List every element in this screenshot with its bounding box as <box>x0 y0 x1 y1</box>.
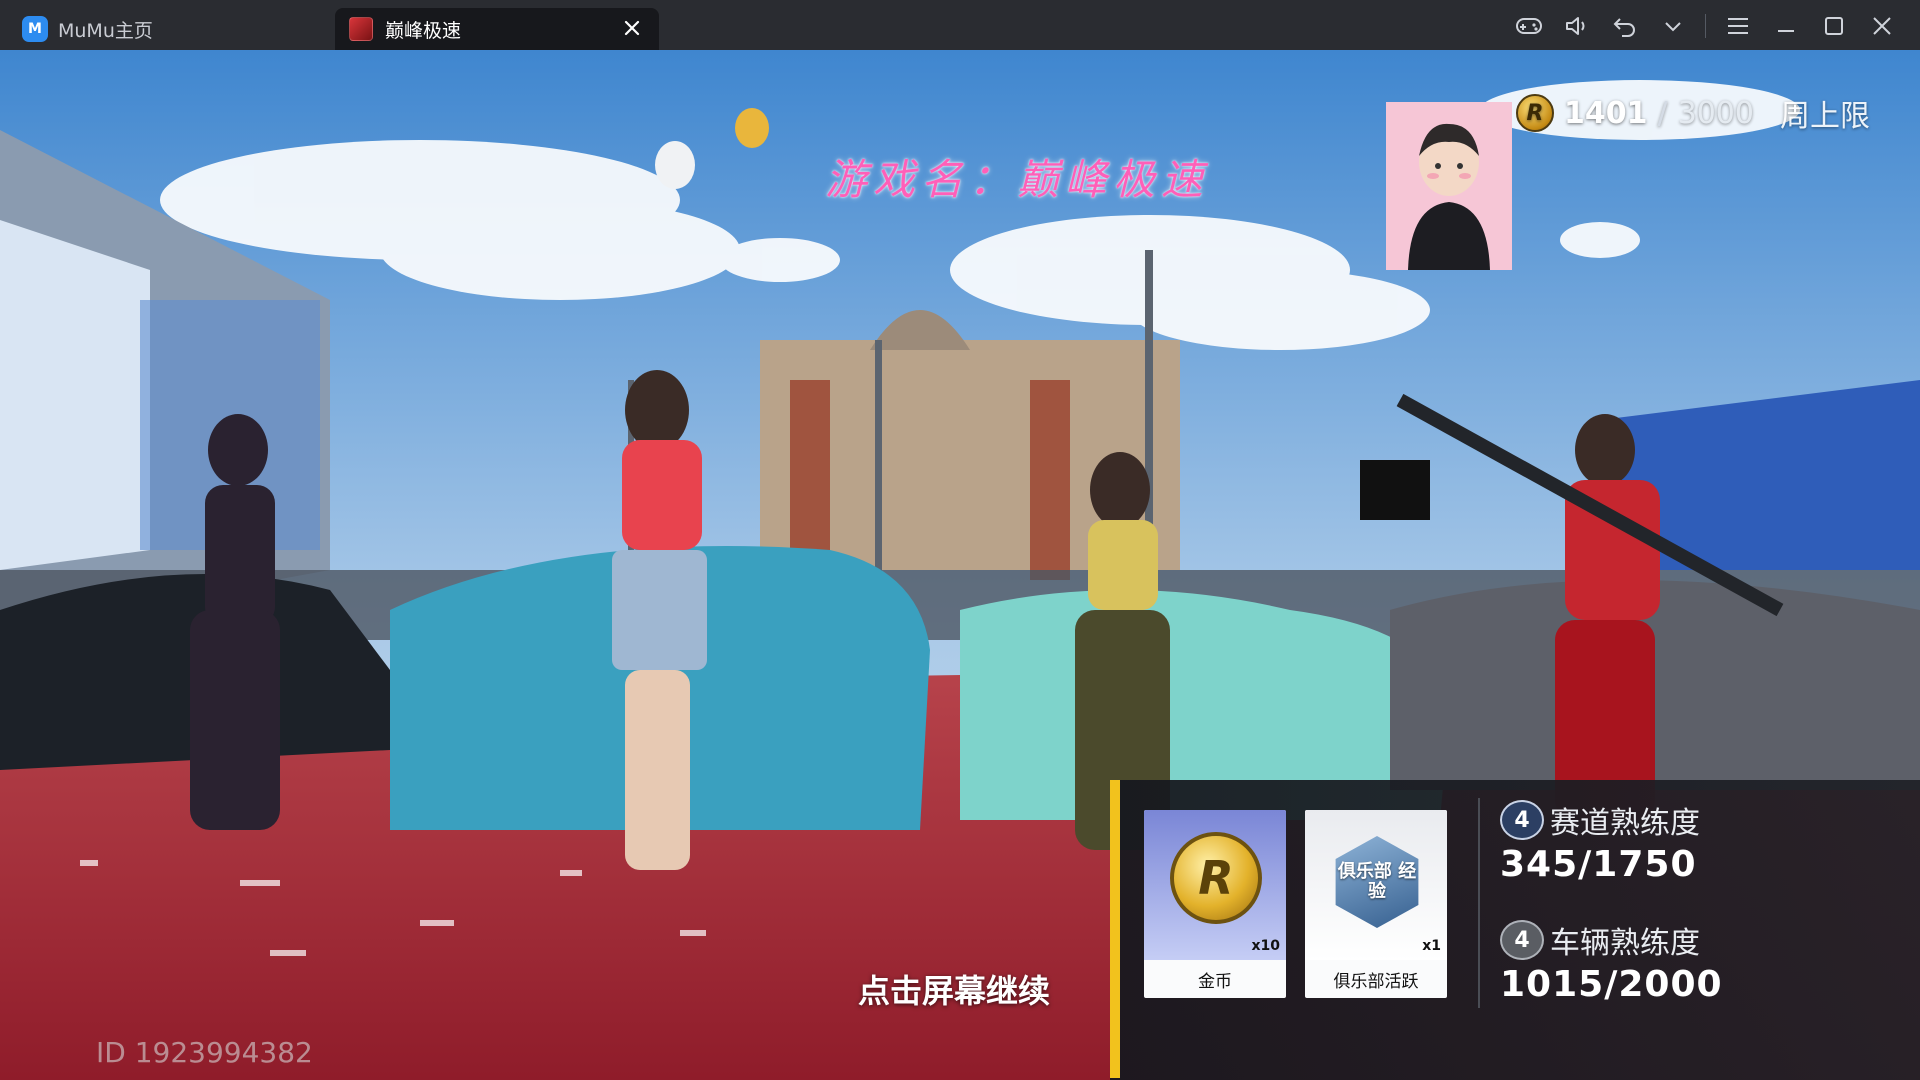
gamepad-icon[interactable] <box>1505 8 1553 44</box>
mumu-logo-icon: M <box>22 16 48 42</box>
game-app-icon <box>349 17 373 41</box>
reward-quantity: x1 <box>1422 938 1441 954</box>
coin-max: 3000 <box>1677 95 1754 131</box>
car-proficiency: 4 车辆熟练度 1015/2000 <box>1500 918 1723 1005</box>
coin-limit-label: 周上限 <box>1779 99 1870 134</box>
titlebar-divider <box>1705 14 1706 38</box>
coin-icon: R <box>1516 94 1554 132</box>
weekly-coin-counter: R 1401 / 3000 周上限 <box>1516 90 1870 136</box>
reward-divider <box>1478 798 1480 1008</box>
track-proficiency-value: 345/1750 <box>1500 844 1697 885</box>
volume-icon[interactable] <box>1553 8 1601 44</box>
undo-icon[interactable] <box>1601 8 1649 44</box>
reward-label: 俱乐部活跃 <box>1333 971 1419 992</box>
car-proficiency-label: 车辆熟练度 <box>1550 926 1700 961</box>
tab-close-icon[interactable] <box>619 15 645 41</box>
gold-coin-icon: R <box>1170 832 1262 924</box>
coin-current: 1401 <box>1564 95 1648 131</box>
reward-card-art: 俱乐部 经验 x1 <box>1305 810 1447 960</box>
close-icon[interactable] <box>1858 8 1906 44</box>
car-level-icon: 4 <box>1500 920 1544 960</box>
chevron-down-icon[interactable] <box>1649 8 1697 44</box>
tap-to-continue-hint[interactable]: 点击屏幕继续 <box>858 966 1050 1012</box>
coin-separator: / <box>1657 95 1668 131</box>
reward-card-coins[interactable]: R x10 金币 <box>1144 810 1286 998</box>
reward-card-art: R x10 <box>1144 810 1286 960</box>
reward-panel-accent <box>1110 780 1120 1078</box>
streamer-avatar <box>1386 102 1512 270</box>
club-badge-icon: 俱乐部 经验 <box>1335 836 1419 928</box>
minimize-icon[interactable] <box>1762 8 1810 44</box>
reward-card-club-activity[interactable]: 俱乐部 经验 x1 俱乐部活跃 <box>1305 810 1447 998</box>
reward-quantity: x10 <box>1251 938 1280 954</box>
tab-game-label: 巅峰极速 <box>385 19 462 42</box>
window-titlebar: M MuMu主页 巅峰极速 <box>0 0 1920 50</box>
track-proficiency: 4 赛道熟练度 345/1750 <box>1500 798 1700 885</box>
menu-icon[interactable] <box>1714 8 1762 44</box>
reward-label: 金币 <box>1198 971 1232 992</box>
track-level-icon: 4 <box>1500 800 1544 840</box>
player-id: ID 1923994382 <box>96 1036 313 1069</box>
tab-game[interactable]: 巅峰极速 <box>335 8 659 50</box>
game-viewport[interactable]: 游戏名：巅峰极速 R 1401 / 3000 周上限 R x10 金币 俱乐部 … <box>0 50 1920 1080</box>
tab-mumu-home[interactable]: M MuMu主页 <box>22 8 332 50</box>
maximize-icon[interactable] <box>1810 8 1858 44</box>
window-controls <box>1505 8 1906 44</box>
car-proficiency-value: 1015/2000 <box>1500 964 1723 1005</box>
tab-home-label: MuMu主页 <box>58 19 153 42</box>
game-title-overlay: 游戏名：巅峰极速 <box>825 155 1210 204</box>
track-proficiency-label: 赛道熟练度 <box>1550 806 1700 841</box>
